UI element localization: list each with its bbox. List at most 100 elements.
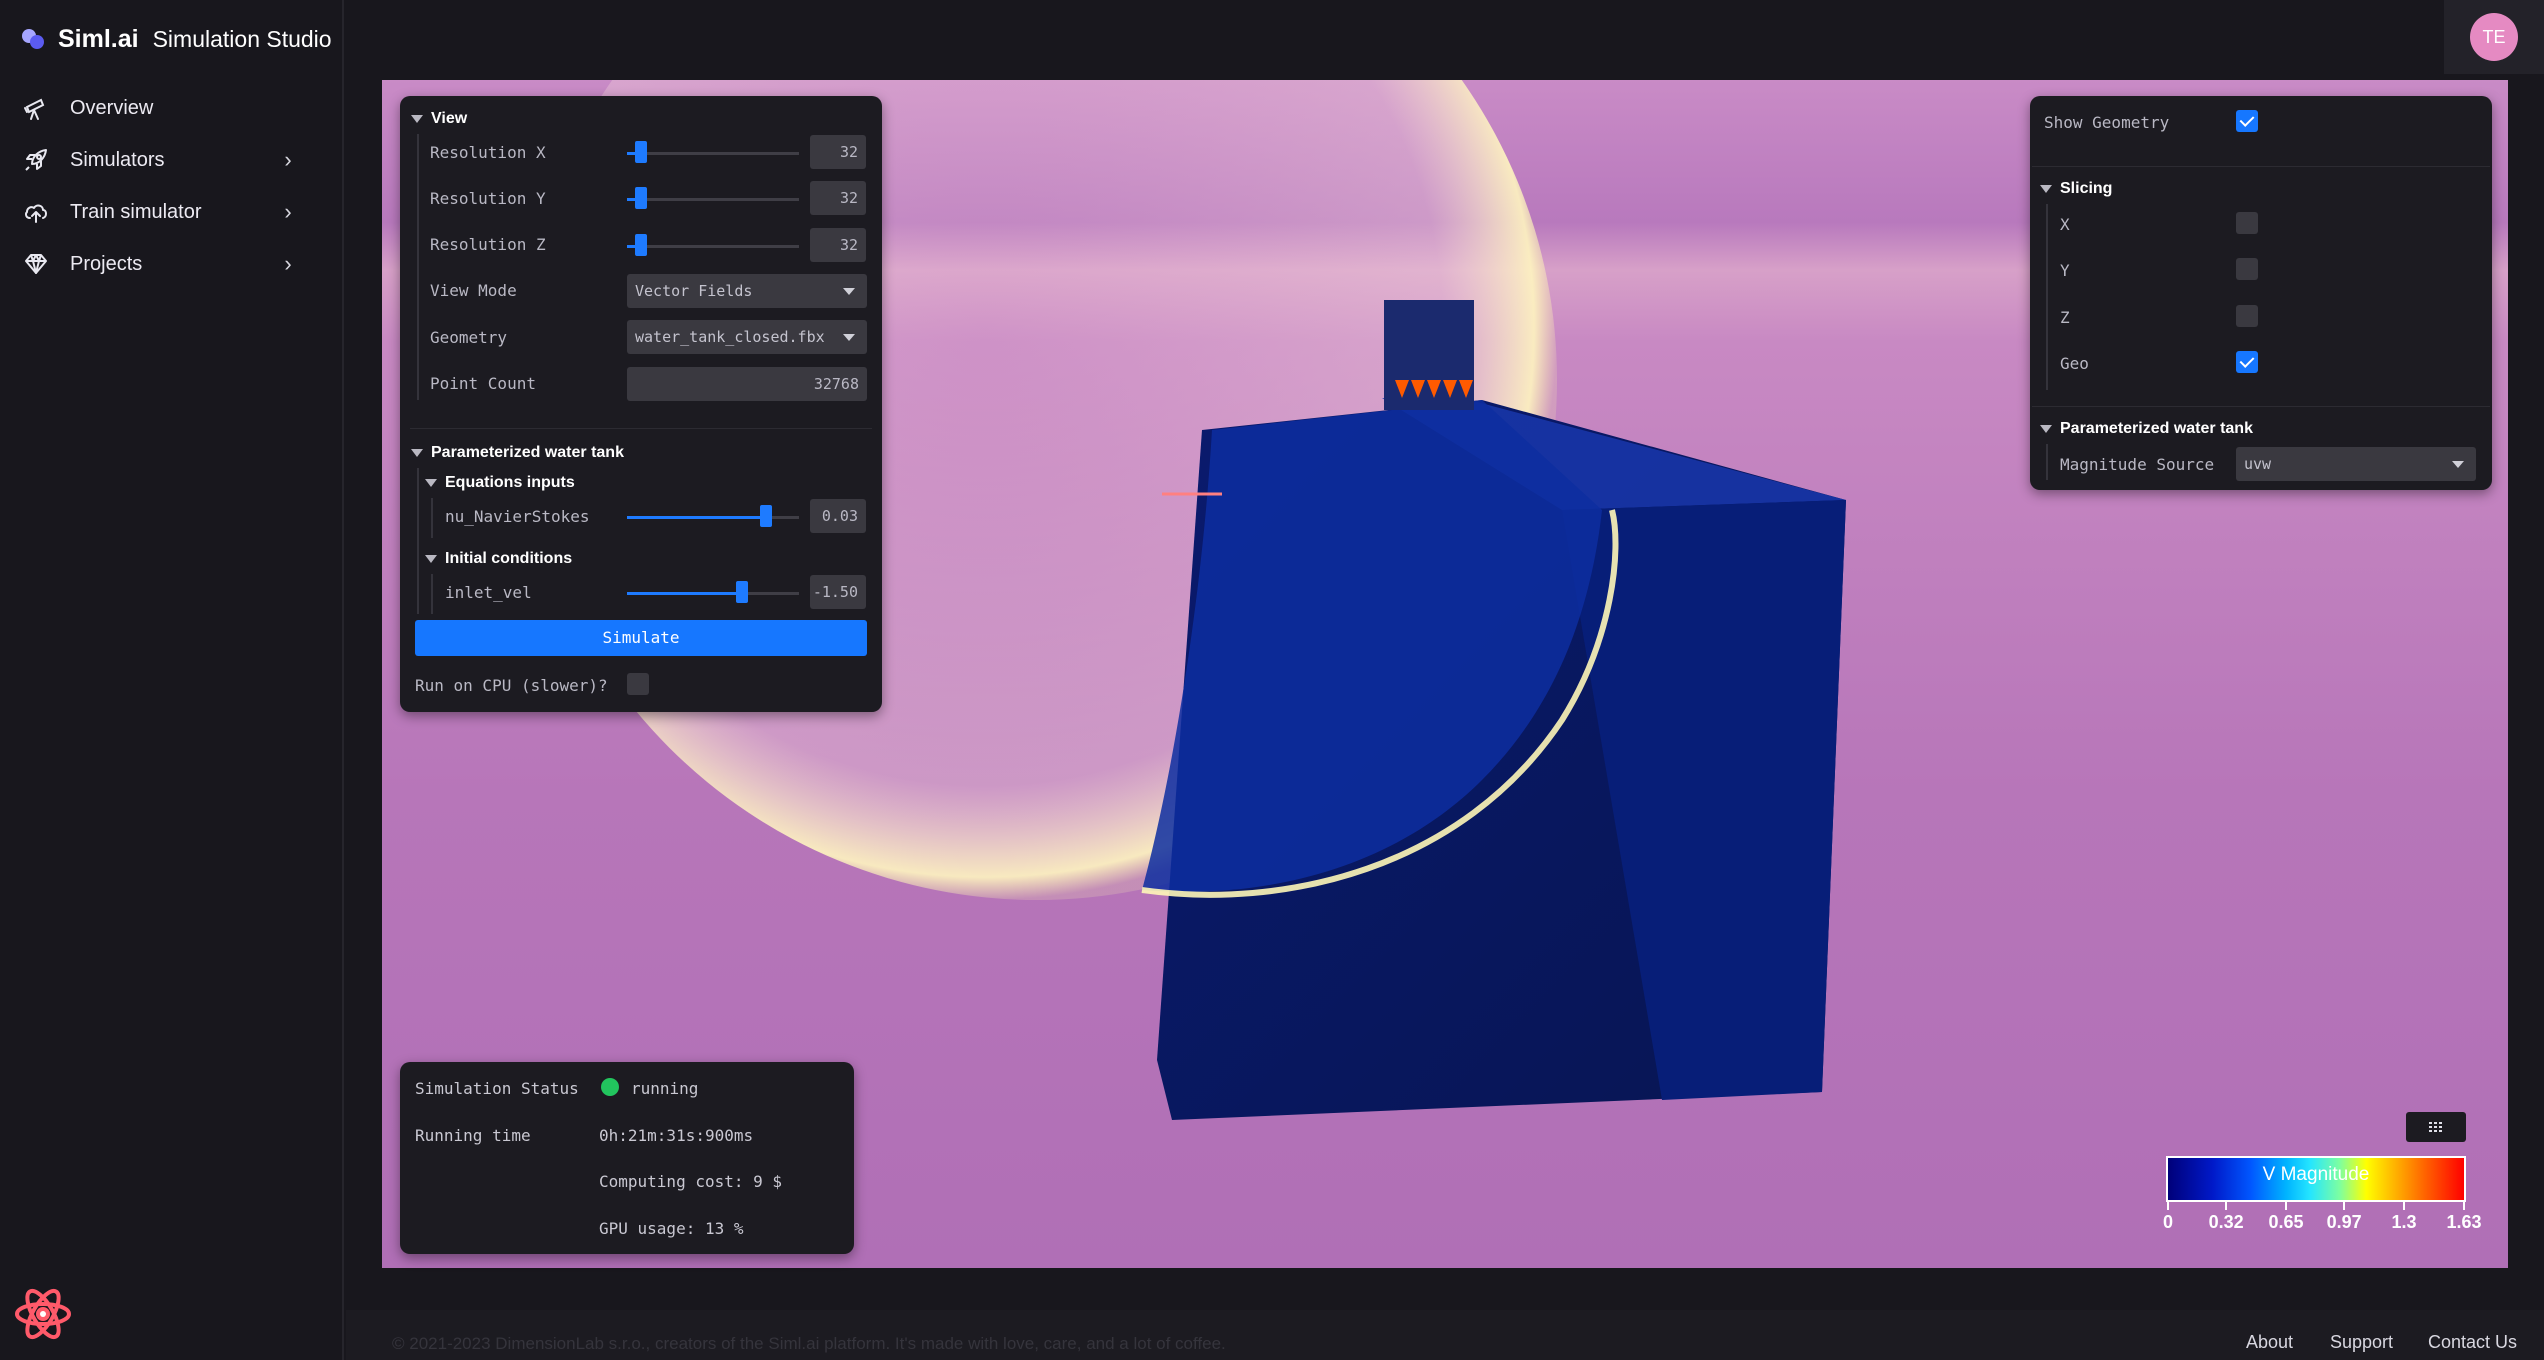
resolution-z-label: Resolution Z [430, 235, 546, 254]
show-geometry-checkbox[interactable] [2236, 110, 2258, 132]
sidebar-item-label: Simulators [70, 148, 165, 171]
view-mode-select[interactable]: Vector Fields [627, 274, 867, 308]
dropdown-caret-icon [843, 288, 855, 295]
slicing-header[interactable]: Slicing [2040, 180, 2112, 198]
legend-tick-mark [2225, 1200, 2228, 1210]
tree-guide-line [431, 574, 433, 614]
sidebar-item-simulators[interactable]: Simulators › [0, 134, 344, 186]
slider-fill [627, 516, 766, 519]
user-menu[interactable]: TE [2444, 0, 2544, 74]
dropdown-caret-icon [2452, 461, 2464, 468]
slice-z-label: Z [2060, 308, 2070, 327]
slice-y-checkbox[interactable] [2236, 258, 2258, 280]
view-section-header[interactable]: View [411, 110, 467, 128]
dropdown-caret-icon [843, 334, 855, 341]
siml-logo-icon [22, 27, 46, 51]
resolution-x-slider[interactable] [627, 152, 799, 155]
diamond-icon [22, 250, 50, 278]
legend-tick-mark [2463, 1200, 2465, 1210]
chevron-right-icon: › [284, 199, 292, 224]
chevron-right-icon: › [284, 251, 292, 276]
nu-navierstokes-slider[interactable] [627, 516, 799, 519]
divider [2032, 166, 2490, 167]
react-devtools-icon[interactable] [12, 1286, 74, 1342]
geometry-value: water_tank_closed.fbx [635, 328, 825, 346]
slice-geo-checkbox[interactable] [2236, 351, 2258, 373]
inlet-vel-value[interactable]: -1.50 [810, 575, 866, 609]
nu-navierstokes-slider-thumb[interactable] [760, 505, 772, 527]
point-count-value: 32768 [627, 367, 867, 401]
legend-tick-label: 0.97 [2326, 1212, 2362, 1232]
top-bar: TE [346, 0, 2544, 80]
collapse-triangle-icon [411, 449, 423, 457]
inlet-vel-label: inlet_vel [445, 583, 532, 602]
sidebar-item-projects[interactable]: Projects › [0, 238, 344, 290]
rocket-icon [22, 146, 50, 174]
slice-y-label: Y [2060, 261, 2070, 280]
magnitude-source-label: Magnitude Source [2060, 455, 2215, 474]
legend-tick-label: 0.65 [2268, 1212, 2304, 1232]
nu-navierstokes-label: nu_NavierStokes [445, 507, 590, 526]
initial-conditions-title: Initial conditions [445, 550, 573, 567]
equations-inputs-header[interactable]: Equations inputs [425, 474, 575, 492]
resolution-z-slider-thumb[interactable] [635, 234, 647, 256]
tree-guide-line [2046, 204, 2048, 390]
resolution-x-label: Resolution X [430, 143, 546, 162]
initial-conditions-header[interactable]: Initial conditions [425, 550, 572, 568]
footer-link-contact-us[interactable]: Contact Us [2428, 1332, 2517, 1353]
resolution-z-slider[interactable] [627, 245, 799, 248]
product-name: Simulation Studio [152, 25, 332, 52]
collapse-triangle-icon [411, 115, 423, 123]
divider [2032, 406, 2490, 407]
parameterized-water-tank-title: Parameterized water tank [2060, 420, 2253, 437]
legend-tick-label: 1.63 [2446, 1212, 2482, 1232]
nu-navierstokes-value[interactable]: 0.03 [810, 499, 866, 533]
sidebar-item-train-simulator[interactable]: Train simulator › [0, 186, 344, 238]
telescope-icon [22, 94, 50, 122]
slice-x-checkbox[interactable] [2236, 212, 2258, 234]
footer-link-about[interactable]: About [2246, 1332, 2293, 1353]
sidebar-item-label: Projects [70, 252, 143, 275]
run-on-cpu-checkbox[interactable] [627, 673, 649, 695]
resolution-y-value[interactable]: 32 [810, 181, 866, 215]
geometry-select[interactable]: water_tank_closed.fbx [627, 320, 867, 354]
sidebar: Siml.ai Simulation Studio Overview Simul… [0, 0, 344, 1360]
inlet-vel-slider[interactable] [627, 592, 799, 595]
legend-tick-label: 0.32 [2208, 1212, 2244, 1232]
divider [410, 428, 872, 429]
footer: © 2021-2023 DimensionLab s.r.o., creator… [346, 1310, 2544, 1360]
magnitude-source-value: uvw [2244, 455, 2272, 473]
simulate-button[interactable]: Simulate [415, 620, 867, 656]
slider-fill [627, 592, 742, 595]
avatar[interactable]: TE [2470, 13, 2518, 61]
parameterized-water-tank-header[interactable]: Parameterized water tank [2040, 420, 2253, 438]
sidebar-item-overview[interactable]: Overview [0, 82, 344, 134]
grid-icon [2429, 1122, 2442, 1132]
view-mode-label: View Mode [430, 281, 517, 300]
color-legend-title: V Magnitude [2262, 1164, 2370, 1185]
inlet-vel-slider-thumb[interactable] [736, 581, 748, 603]
brand[interactable]: Siml.ai Simulation Studio [22, 22, 332, 56]
collapse-triangle-icon [425, 555, 437, 563]
sidebar-item-label: Overview [70, 96, 154, 119]
resolution-z-value[interactable]: 32 [810, 228, 866, 262]
slicing-title: Slicing [2060, 180, 2113, 197]
tree-guide-line [417, 468, 419, 614]
resolution-y-slider-thumb[interactable] [635, 187, 647, 209]
copyright-text: © 2021-2023 DimensionLab s.r.o., creator… [392, 1334, 1226, 1353]
resolution-y-slider[interactable] [627, 198, 799, 201]
magnitude-source-select[interactable]: uvw [2236, 447, 2476, 481]
resolution-x-value[interactable]: 32 [810, 135, 866, 169]
parameterized-water-tank-title: Parameterized water tank [431, 444, 624, 461]
brand-name: Siml.ai [58, 24, 139, 53]
footer-link-support[interactable]: Support [2330, 1332, 2393, 1353]
legend-tick-label: 1.3 [2391, 1212, 2417, 1232]
slice-z-checkbox[interactable] [2236, 305, 2258, 327]
geometry-label: Geometry [430, 328, 508, 347]
resolution-x-slider-thumb[interactable] [635, 141, 647, 163]
simulation-status-label: Simulation Status [415, 1079, 579, 1098]
legend-grid-button[interactable] [2406, 1112, 2466, 1142]
tree-guide-line [417, 134, 419, 400]
legend-tick-mark [2285, 1200, 2288, 1210]
parameterized-water-tank-header[interactable]: Parameterized water tank [411, 444, 624, 462]
